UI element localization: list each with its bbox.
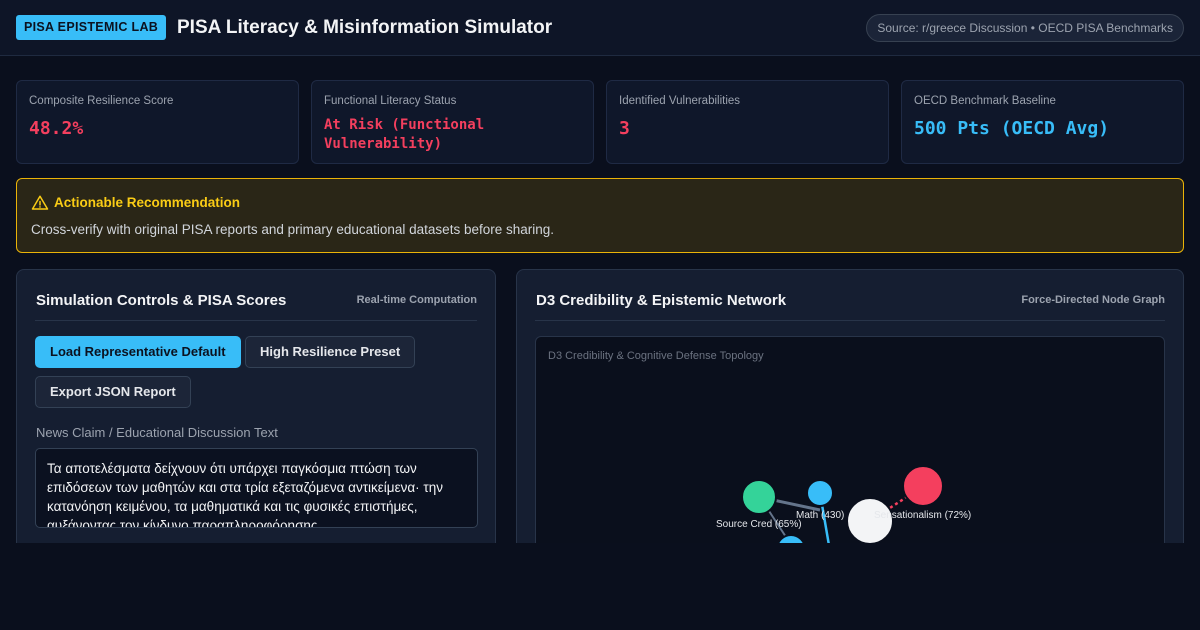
simulation-controls-panel: Simulation Controls & PISA Scores Real-t… <box>16 269 496 569</box>
warning-triangle-icon <box>31 195 49 210</box>
panel-tag: Force-Directed Node Graph <box>1021 294 1165 306</box>
stat-label: Functional Literacy Status <box>324 95 457 107</box>
recommendation-box: Actionable Recommendation Cross-verify w… <box>16 178 1184 253</box>
divider <box>535 320 1165 321</box>
divider <box>35 320 477 321</box>
stat-label: OECD Benchmark Baseline <box>914 95 1056 107</box>
source-pill: Source: r/greece Discussion • OECD PISA … <box>866 14 1184 42</box>
claim-textarea[interactable]: Τα αποτελέσματα δείχνουν ότι υπάρχει παγ… <box>35 448 478 528</box>
panel-title: Simulation Controls & PISA Scores <box>36 292 287 309</box>
stat-card-literacy-status: Functional Literacy Status At Risk (Func… <box>311 80 594 164</box>
graph-node-core[interactable] <box>846 497 894 545</box>
credibility-network-panel: D3 Credibility & Epistemic Network Force… <box>516 269 1184 569</box>
panel-title: D3 Credibility & Epistemic Network <box>536 292 787 309</box>
graph-node-label: Math (430) <box>796 510 844 521</box>
graph-node-label: Sensationalism (72%) <box>874 510 971 521</box>
panel-tag: Real-time Computation <box>356 294 477 306</box>
graph-node-label: Source Cred (65%) <box>716 519 802 530</box>
stat-card-resilience: Composite Resilience Score 48.2% <box>16 80 299 164</box>
graph-node-sensationalism[interactable] <box>902 465 944 507</box>
recommendation-title: Actionable Recommendation <box>54 195 241 210</box>
network-graph[interactable]: D3 Credibility & Cognitive Defense Topol… <box>535 336 1165 566</box>
stat-card-vulnerabilities: Identified Vulnerabilities 3 <box>606 80 889 164</box>
page-background <box>0 543 1200 630</box>
stat-label: Composite Resilience Score <box>29 95 174 107</box>
brand-badge: PISA EPISTEMIC LAB <box>16 15 167 40</box>
graph-node-source[interactable] <box>741 479 777 515</box>
recommendation-body: Cross-verify with original PISA reports … <box>31 222 554 237</box>
app-title: PISA Literacy & Misinformation Simulator <box>177 17 553 38</box>
app-header: PISA EPISTEMIC LAB PISA Literacy & Misin… <box>0 0 1200 56</box>
stat-value: 3 <box>619 118 630 139</box>
stat-card-oecd-baseline: OECD Benchmark Baseline 500 Pts (OECD Av… <box>901 80 1184 164</box>
stat-label: Identified Vulnerabilities <box>619 95 741 107</box>
export-json-button[interactable]: Export JSON Report <box>35 376 191 408</box>
claim-field-label: News Claim / Educational Discussion Text <box>36 425 278 440</box>
high-resilience-preset-button[interactable]: High Resilience Preset <box>245 336 416 368</box>
stat-value: 48.2% <box>29 118 84 139</box>
graph-node-math[interactable] <box>806 479 834 507</box>
network-graph-svg: Source Cred (65%) Math (430) Sensational… <box>716 465 971 564</box>
stat-value: 500 Pts (OECD Avg) <box>914 118 1110 139</box>
stat-value: At Risk (Functional Vulnerability) <box>324 117 485 152</box>
load-default-button[interactable]: Load Representative Default <box>35 336 241 368</box>
